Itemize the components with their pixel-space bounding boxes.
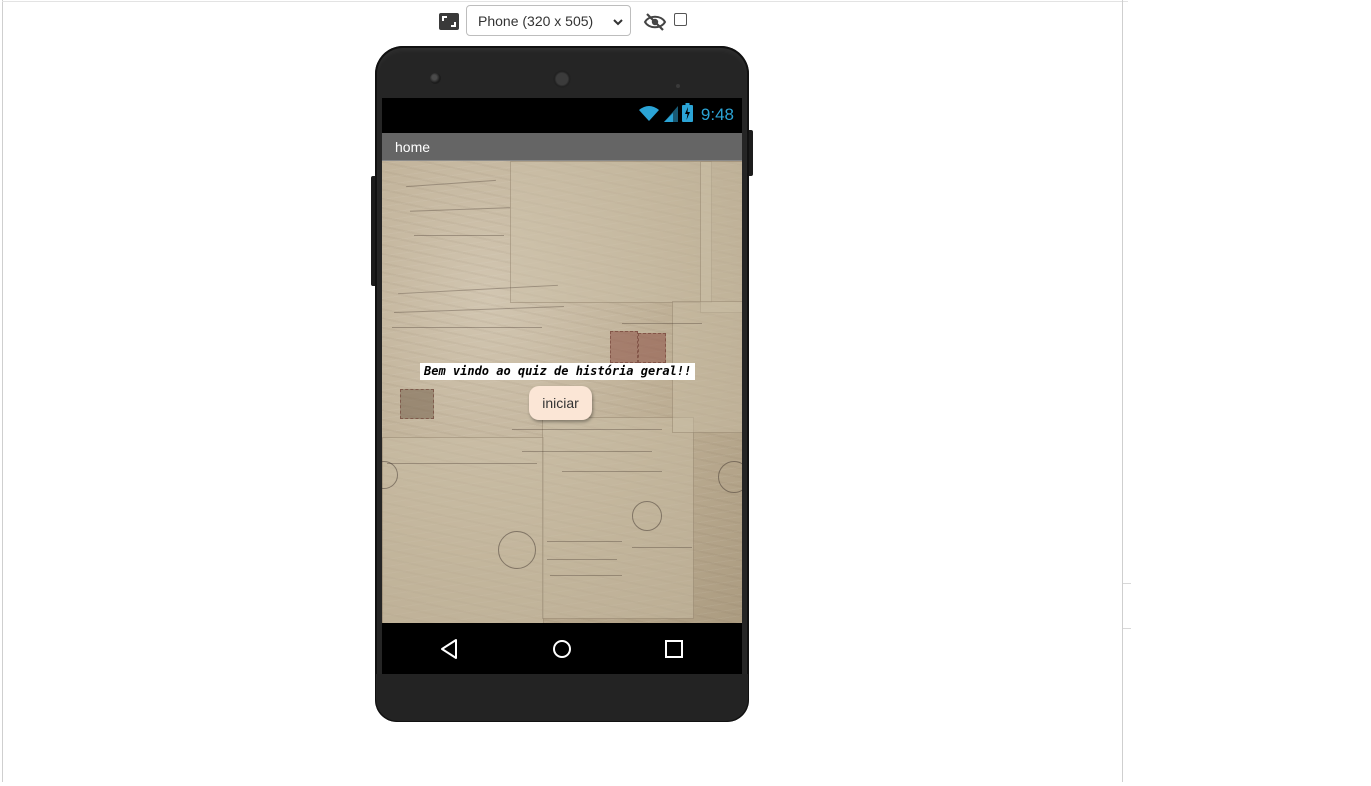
screen-title: home: [395, 139, 431, 155]
show-hidden-checkbox[interactable]: [674, 13, 687, 26]
wifi-icon: [638, 104, 660, 127]
status-bar: 9:48: [382, 98, 742, 133]
frame-tick: [1123, 628, 1131, 629]
device-size-select[interactable]: Phone (320 x 505): [466, 5, 631, 36]
home-icon[interactable]: [550, 637, 574, 661]
back-icon[interactable]: [438, 637, 462, 661]
device-size-label: Phone (320 x 505): [478, 13, 594, 29]
signal-icon: [663, 104, 678, 127]
app-title-bar: home: [382, 133, 742, 161]
recents-icon[interactable]: [662, 637, 686, 661]
chevron-down-icon: [612, 15, 624, 33]
frame-right-border: [1122, 0, 1123, 782]
eye-off-icon[interactable]: [643, 11, 667, 33]
phone-screen: 9:48 home Bem vindo ao quiz de história …: [382, 98, 742, 674]
status-clock: 9:48: [700, 105, 734, 124]
phone-sensors: [676, 75, 698, 106]
phone-bottom-bezel: [376, 674, 748, 721]
earpiece-speaker: [553, 70, 571, 88]
android-nav-bar: [382, 623, 742, 673]
frame-top-border: [2, 1, 1128, 2]
welcome-label: Bem vindo ao quiz de história geral!!: [420, 363, 696, 380]
frame-left-border: [2, 0, 3, 782]
battery-icon: [681, 103, 693, 127]
fullscreen-icon[interactable]: [439, 13, 459, 30]
start-button[interactable]: iniciar: [529, 386, 592, 420]
frame-tick: [1123, 583, 1131, 584]
screen-content: Bem vindo ao quiz de história geral!! in…: [382, 161, 742, 623]
front-camera: [430, 73, 441, 84]
